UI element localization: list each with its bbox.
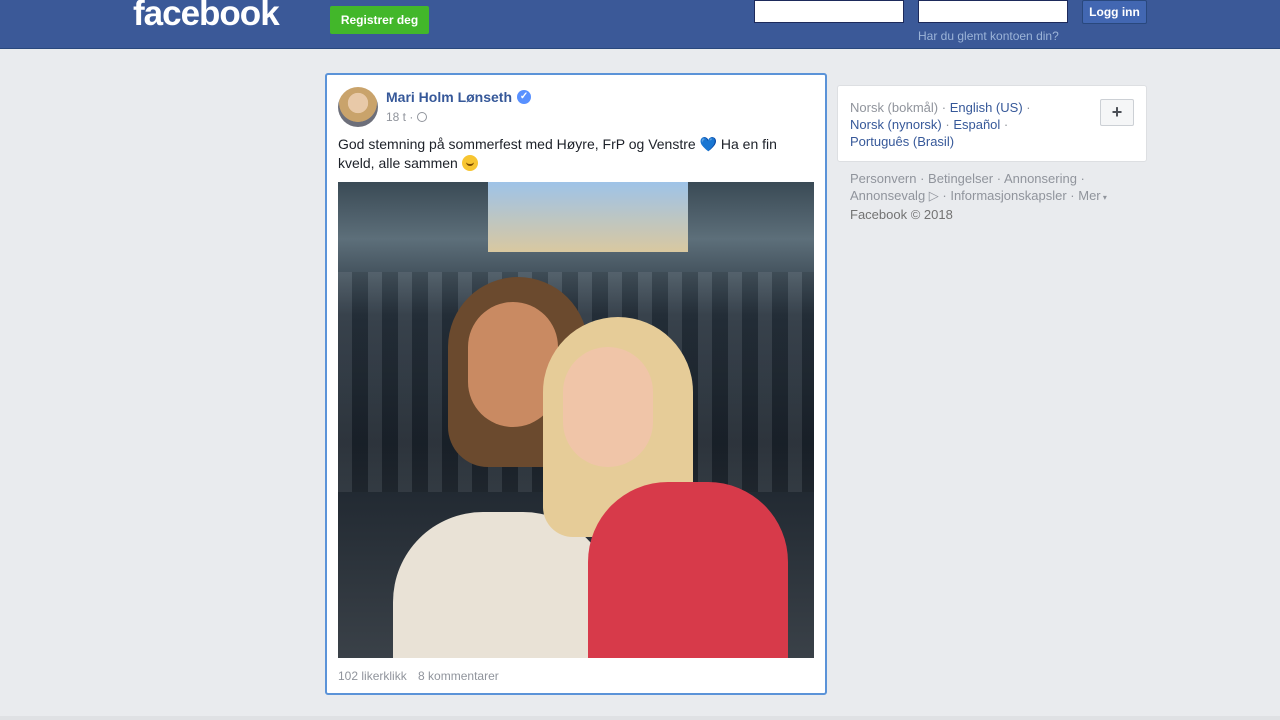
photo-sky <box>488 182 688 252</box>
language-option[interactable]: Español <box>953 117 1000 132</box>
author-name[interactable]: Mari Holm Lønseth <box>386 89 512 105</box>
footer-link-more[interactable]: Mer <box>1078 188 1100 203</box>
footer-link-cookies[interactable]: Informasjonskapsler <box>950 188 1066 203</box>
language-selector-box: Norsk (bokmål) · English (US) · Norsk (n… <box>837 85 1147 162</box>
facebook-logo[interactable]: facebook <box>133 0 280 39</box>
post-meta: 18 t · <box>386 110 428 124</box>
post-timestamp[interactable]: 18 t · <box>386 110 413 124</box>
footer-link-privacy[interactable]: Personvern <box>850 171 916 186</box>
login-button[interactable]: Logg inn <box>1082 0 1147 24</box>
forgot-account-link[interactable]: Har du glemt kontoen din? <box>918 29 1059 43</box>
post-author[interactable]: Mari Holm Lønseth ✓ <box>386 89 532 105</box>
likes-count[interactable]: 102 likerklikk <box>338 669 407 683</box>
language-option[interactable]: English (US) <box>950 100 1023 115</box>
post-stats: 102 likerklikk 8 kommentarer <box>338 669 507 683</box>
author-avatar[interactable] <box>338 87 378 127</box>
current-language: Norsk (bokmål) <box>850 100 939 115</box>
footer-link-advertising[interactable]: Annonsering <box>1004 171 1077 186</box>
smiling-face-icon <box>461 155 478 171</box>
footer-link-terms[interactable]: Betingelser <box>928 171 993 186</box>
ad-choices-icon: ▷ <box>925 188 939 203</box>
password-field[interactable] <box>918 0 1068 23</box>
footer-links: Personvern · Betingelser · Annonsering ·… <box>850 171 1107 222</box>
post-text: God stemning på sommerfest med Høyre, Fr… <box>338 135 808 173</box>
verified-badge-icon: ✓ <box>517 90 532 104</box>
top-navigation-bar: facebook Registrer deg Logg inn Har du g… <box>0 0 1280 49</box>
post-text-main: God stemning på sommerfest med Høyre, Fr… <box>338 136 696 152</box>
register-button[interactable]: Registrer deg <box>330 6 429 34</box>
comments-count[interactable]: 8 kommentarer <box>418 669 499 683</box>
copyright-text: Facebook © 2018 <box>850 207 953 222</box>
page-bottom-divider <box>0 716 1280 720</box>
add-language-button[interactable]: + <box>1100 99 1134 126</box>
email-field[interactable] <box>754 0 904 23</box>
language-option[interactable]: Português (Brasil) <box>850 134 954 149</box>
globe-icon <box>417 112 428 122</box>
blue-heart-emoji: 💙 <box>699 136 717 152</box>
language-option[interactable]: Norsk (nynorsk) <box>850 117 942 132</box>
footer-link-ad-choices[interactable]: Annonsevalg <box>850 188 925 203</box>
photo-person-right-face <box>563 347 653 467</box>
photo-person-right-dress <box>588 482 788 658</box>
dropdown-caret-icon: ▾ <box>1100 193 1107 202</box>
post-card: Mari Holm Lønseth ✓ 18 t · God stemning … <box>325 73 827 695</box>
language-list: Norsk (bokmål) · English (US) · Norsk (n… <box>850 100 1031 149</box>
post-photo[interactable] <box>338 182 814 658</box>
